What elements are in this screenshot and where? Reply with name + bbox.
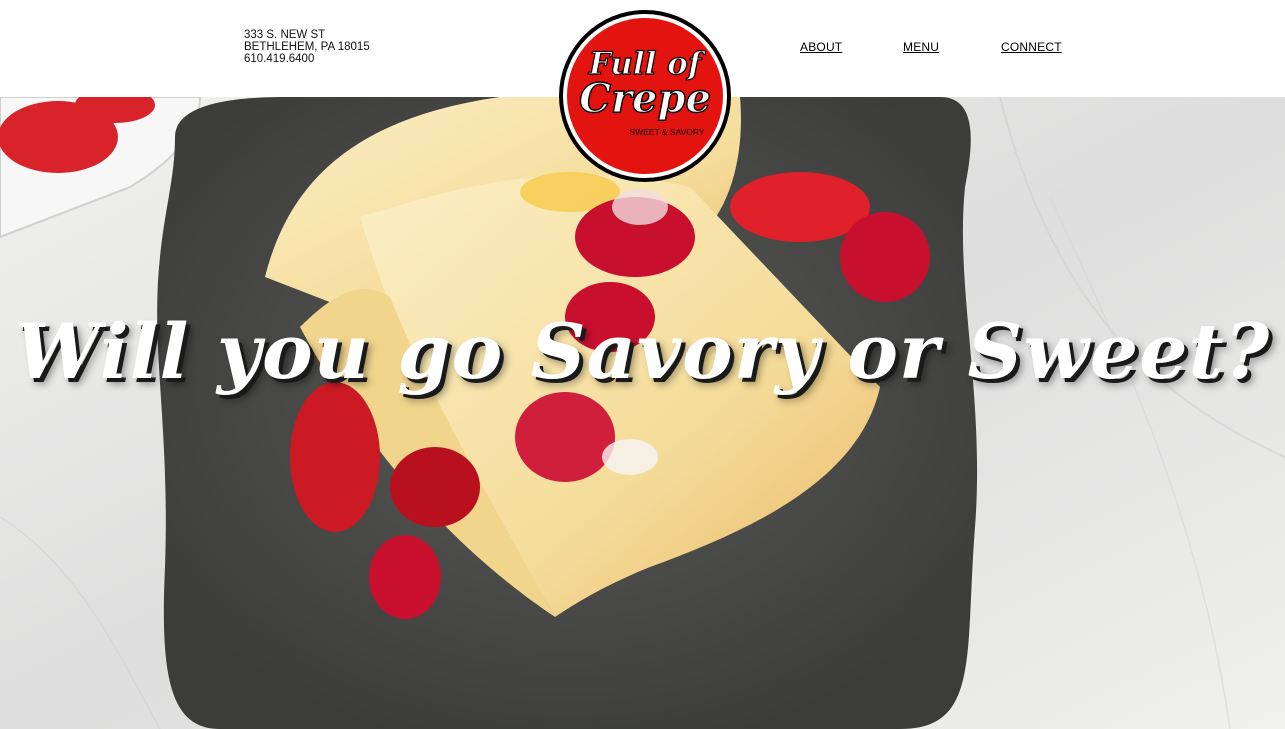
address-block: 333 S. NEW ST BETHLEHEM, PA 18015 610.41… [244,29,370,65]
address-street: 333 S. NEW ST [244,29,326,41]
nav-menu[interactable]: MENU [903,40,939,54]
full-of-crepe-logo[interactable]: Full of Crepe SWEET & SAVORY [557,8,733,184]
nav-connect[interactable]: CONNECT [1001,40,1062,54]
hero-headline: Will you go Savory or Sweet? [14,307,1271,396]
nav-about[interactable]: ABOUT [800,40,842,54]
address-city: BETHLEHEM, PA 18015 [244,41,370,53]
phone-number: 610.419.6400 [244,53,315,65]
svg-text:SWEET & SAVORY: SWEET & SAVORY [629,127,704,137]
svg-text:Crepe: Crepe [579,75,711,122]
hero-section: Will you go Savory or Sweet? [0,97,1285,729]
crepes-with-berries-photo [0,97,1285,729]
